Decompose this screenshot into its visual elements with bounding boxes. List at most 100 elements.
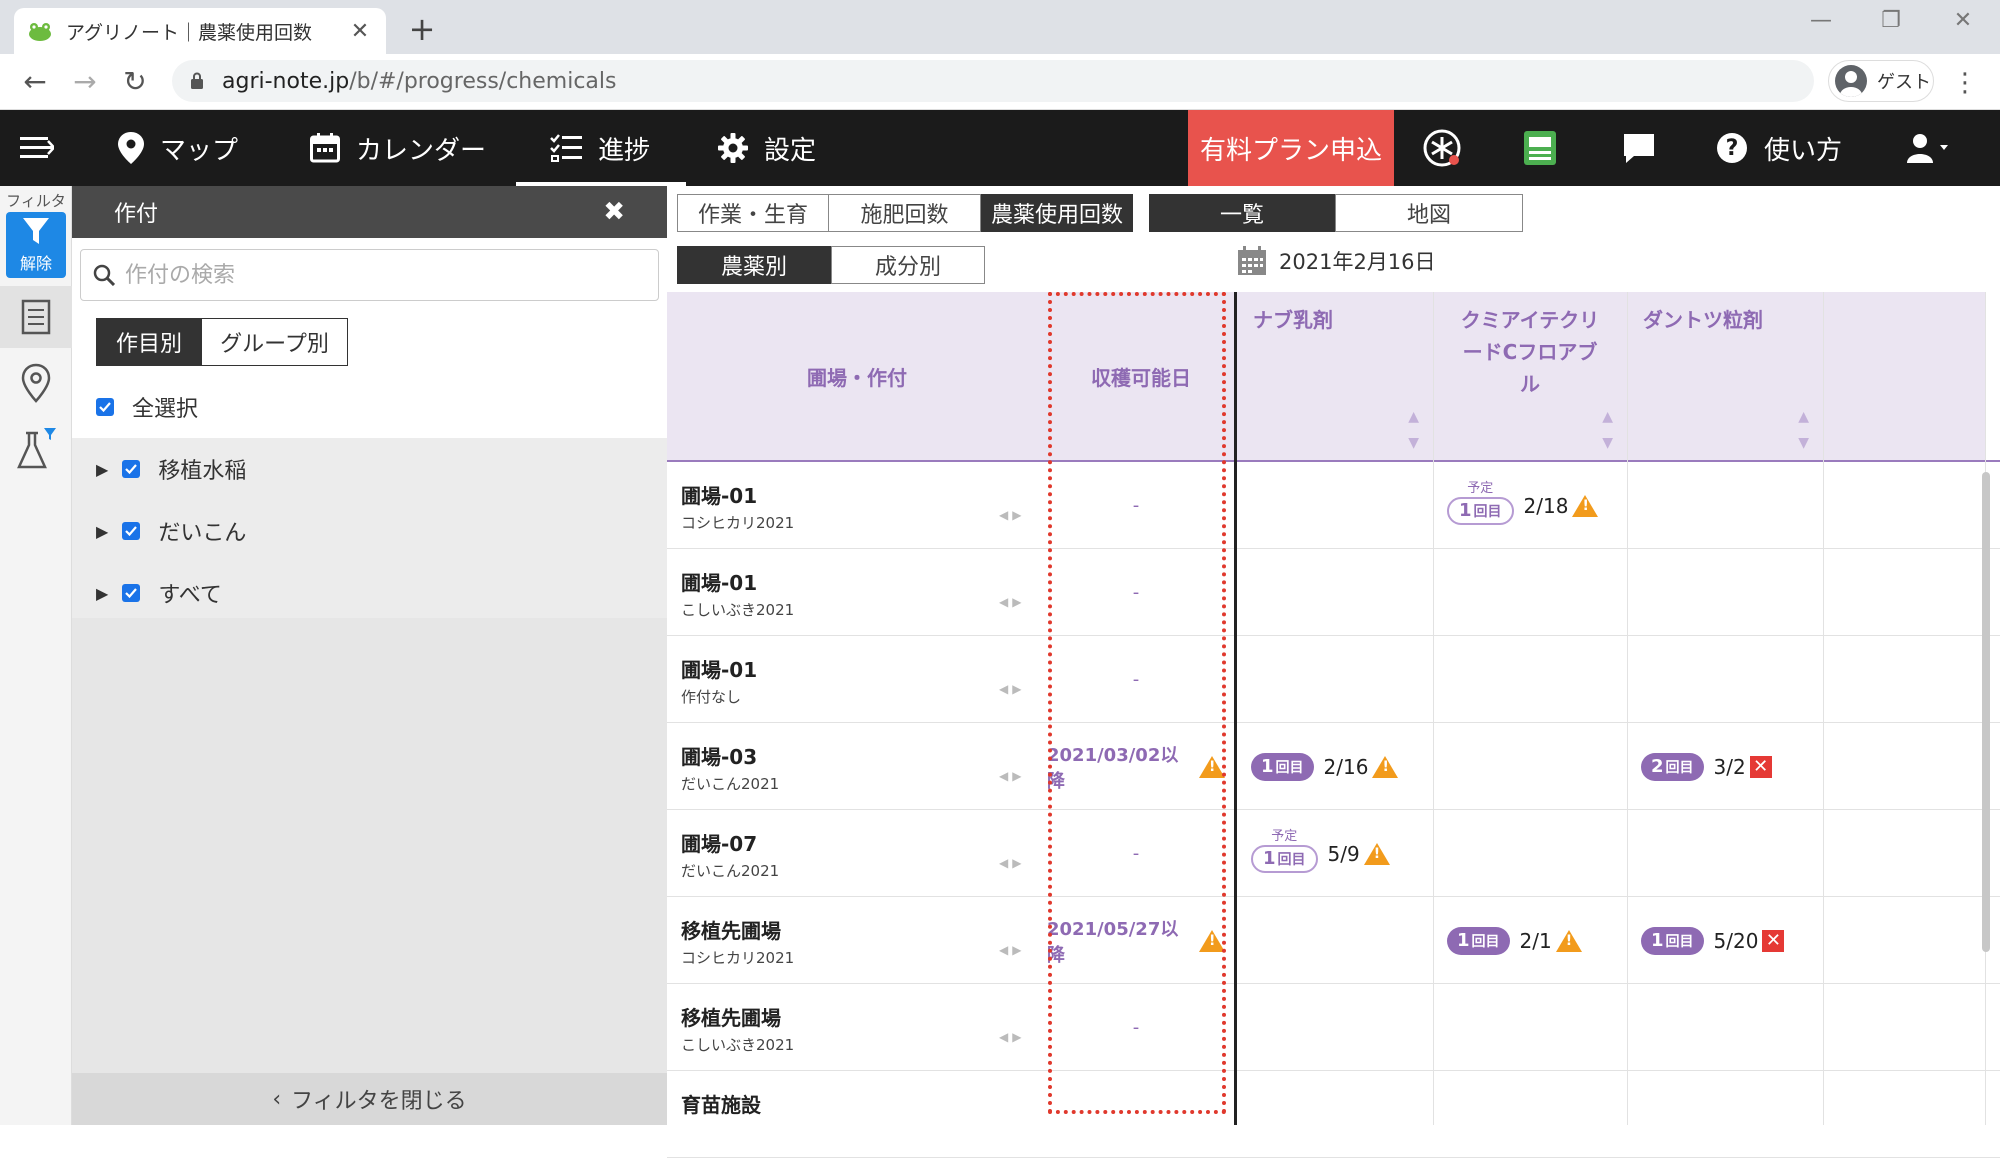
col-header-chem[interactable]: ナブ乳剤 ▲ ▼ [1237, 292, 1433, 460]
window-close-icon[interactable]: ✕ [1948, 8, 1978, 33]
sort-arrows-icon[interactable]: ▲ ▼ [1408, 404, 1419, 456]
vertical-scrollbar[interactable] [1982, 472, 1990, 952]
category-tabs: 作業・生育 施肥回数 農薬使用回数 [677, 194, 1133, 232]
list-view-icon[interactable] [0, 286, 72, 348]
row-nav-arrows-icon[interactable]: ◀▶ [999, 508, 1025, 522]
checkbox-checked-icon[interactable] [96, 398, 114, 416]
tab-close-icon[interactable]: ✕ [348, 19, 372, 44]
checkbox-checked-icon[interactable] [122, 460, 141, 478]
table-row[interactable]: 圃場-03だいこん2021◀▶2021/03/02以降1回目2/162回目3/2… [667, 723, 2000, 810]
tab-map[interactable]: 地図 [1335, 194, 1523, 232]
table-row[interactable]: 圃場-01 作付なし ◀▶ - [667, 636, 2000, 723]
fixed-column-divider [1234, 292, 1237, 1125]
usage-cell[interactable]: 予定 1 回目 2/18 [1433, 462, 1599, 549]
crop-name: だいこん2021 [681, 862, 780, 880]
crop-search-input[interactable] [125, 262, 658, 288]
forward-icon[interactable]: → [68, 66, 102, 98]
usage-cell[interactable]: 2 回目 3/2 ✕ [1627, 723, 1772, 810]
table-row[interactable]: 育苗施設 [667, 1071, 2000, 1158]
filter-panel: 作付 ✖ 作目別 グループ別 全選択 ▶ 移植水稲 ▶ だいこん ▶ すべて ‹ [72, 186, 667, 1125]
flask-filter-icon[interactable] [0, 418, 72, 480]
tab-list[interactable]: 一覧 [1149, 194, 1335, 232]
count-number: 2 [1651, 756, 1664, 777]
crop-name: こしいぶき2021 [681, 601, 795, 619]
table-row[interactable]: 圃場-07 だいこん2021 ◀▶ - 予定 1 回目 5/9 [667, 810, 2000, 897]
table-row[interactable]: 圃場-01 コシヒカリ2021 ◀▶ - 予定 1 回目 2/18 [667, 462, 2000, 549]
count-suffix: 回目 [1275, 759, 1304, 776]
user-menu-icon[interactable] [1906, 110, 1956, 186]
crop-search-box[interactable] [80, 249, 659, 301]
svg-text:?: ? [1726, 136, 1739, 161]
location-pin-icon[interactable] [0, 352, 72, 414]
checkbox-checked-icon[interactable] [122, 584, 141, 602]
minimize-icon[interactable]: — [1806, 8, 1836, 33]
col-header-empty [1823, 292, 1986, 460]
tab-by-pesticide[interactable]: 農薬別 [677, 246, 831, 284]
row-nav-arrows-icon[interactable]: ◀▶ [999, 1030, 1025, 1044]
left-rail: フィルタ 解除 [0, 186, 72, 1125]
new-tab-icon[interactable]: + [406, 10, 438, 48]
checkbox-checked-icon[interactable] [122, 522, 141, 540]
crop-name: こしいぶき2021 [681, 1036, 795, 1054]
tab-fertilizer-count[interactable]: 施肥回数 [829, 194, 981, 232]
row-nav-arrows-icon[interactable]: ◀▶ [999, 769, 1025, 783]
usage-cell[interactable]: 1 回目 2/1 [1433, 897, 1582, 984]
nav-settings[interactable]: 設定 [718, 110, 816, 186]
table-row[interactable]: 移植先圃場 こしいぶき2021 ◀▶ - [667, 984, 2000, 1071]
filter-clear-button[interactable]: 解除 [6, 212, 66, 278]
tab-pesticide-count[interactable]: 農薬使用回数 [981, 194, 1133, 232]
col-header-chem[interactable]: クミアイテクリードCフロアブル ▲ ▼ [1433, 292, 1627, 460]
crop-item[interactable]: ▶ だいこん [72, 500, 667, 562]
count-suffix: 回目 [1471, 933, 1500, 950]
expand-triangle-icon[interactable]: ▶ [96, 460, 108, 479]
browser-tab[interactable]: アグリノート｜農薬使用回数 ✕ [14, 8, 386, 54]
browser-tabbar: アグリノート｜農薬使用回数 ✕ + — ❐ ✕ [0, 0, 2000, 54]
menu-toggle-icon[interactable] [20, 110, 54, 186]
restore-icon[interactable]: ❐ [1876, 8, 1906, 33]
error-x-icon: ✕ [1762, 929, 1785, 952]
row-nav-arrows-icon[interactable]: ◀▶ [999, 943, 1025, 957]
more-menu-icon[interactable]: ⋮ [1952, 68, 1978, 98]
close-filter-button[interactable]: ‹ フィルタを閉じる [72, 1073, 667, 1125]
nav-map[interactable]: マップ [118, 110, 238, 186]
paid-plan-button[interactable]: 有料プラン申込 [1188, 110, 1394, 186]
count-badge: 2 回目 [1641, 752, 1704, 781]
expand-triangle-icon[interactable]: ▶ [96, 522, 108, 541]
sort-arrows-icon[interactable]: ▲ ▼ [1798, 404, 1809, 456]
nav-progress[interactable]: 進捗 [516, 110, 686, 186]
select-all-row[interactable]: 全選択 [72, 376, 667, 438]
url-field[interactable]: agri-note.jp/b/#/progress/chemicals [172, 60, 1814, 102]
message-icon[interactable] [1622, 110, 1656, 186]
table-row[interactable]: 移植先圃場コシヒカリ2021◀▶2021/05/27以降1回目2/11回目5/2… [667, 897, 2000, 984]
crop-item[interactable]: ▶ 移植水稲 [72, 438, 667, 500]
row-nav-arrows-icon[interactable]: ◀▶ [999, 682, 1025, 696]
usage-date: 2/1 [1519, 928, 1552, 953]
notification-icon[interactable] [1422, 110, 1462, 186]
url-path: /b/#/progress/chemicals [349, 68, 617, 94]
nav-calendar[interactable]: カレンダー [310, 110, 486, 186]
pesticide-db-icon[interactable] [1522, 110, 1558, 186]
address-bar: ← → ↻ agri-note.jp/b/#/progress/chemical… [0, 54, 2000, 110]
back-icon[interactable]: ← [18, 66, 52, 98]
sort-arrows-icon[interactable]: ▲ ▼ [1602, 404, 1613, 456]
row-nav-arrows-icon[interactable]: ◀▶ [999, 595, 1025, 609]
usage-cell[interactable]: 1 回目 5/20 ✕ [1627, 897, 1785, 984]
usage-cell[interactable]: 予定 1 回目 5/9 [1237, 810, 1390, 897]
tab-by-ingredient[interactable]: 成分別 [831, 246, 985, 284]
toggle-by-group[interactable]: グループ別 [202, 318, 348, 366]
help-button[interactable]: ? 使い方 [1716, 110, 1842, 186]
crop-item-label: 移植水稲 [158, 459, 247, 484]
tab-work-growth[interactable]: 作業・生育 [677, 194, 829, 232]
col-header-chem[interactable]: ダントツ粒剤 ▲ ▼ [1627, 292, 1823, 460]
crop-item[interactable]: ▶ すべて [72, 562, 667, 624]
expand-triangle-icon[interactable]: ▶ [96, 584, 108, 603]
date-picker[interactable]: 2021年2月16日 [1237, 246, 1436, 276]
profile-button[interactable]: ゲスト [1828, 60, 1934, 102]
table-row[interactable]: 圃場-01 こしいぶき2021 ◀▶ - [667, 549, 2000, 636]
toggle-by-crop[interactable]: 作目別 [96, 318, 202, 366]
row-nav-arrows-icon[interactable]: ◀▶ [999, 856, 1025, 870]
filter-close-icon[interactable]: ✖ [603, 197, 625, 227]
reload-icon[interactable]: ↻ [118, 66, 152, 98]
count-number: 1 [1459, 500, 1472, 521]
usage-cell[interactable]: 1 回目 2/16 [1237, 723, 1399, 810]
